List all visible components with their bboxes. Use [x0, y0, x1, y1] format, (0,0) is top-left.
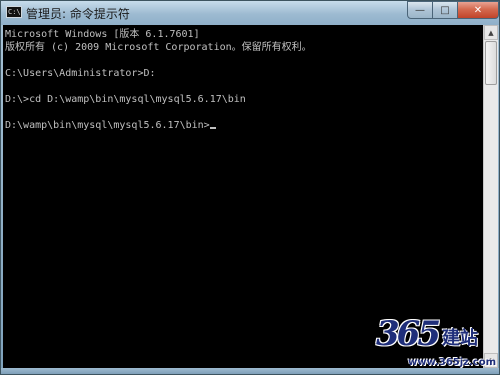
console-line: D:\>cd D:\wamp\bin\mysql\mysql5.6.17\bin [5, 94, 246, 105]
window-title: 管理员: 命令提示符 [26, 7, 130, 21]
scroll-up-arrow-icon[interactable]: ▲ [484, 25, 498, 40]
console-prompt: D:\wamp\bin\mysql\mysql5.6.17\bin> [5, 120, 210, 131]
console-line: Microsoft Windows [版本 6.1.7601] [5, 29, 200, 40]
console-prompt-line: D:\wamp\bin\mysql\mysql5.6.17\bin> [5, 119, 216, 132]
title-bar[interactable]: C:\ 管理员: 命令提示符 — □ ✕ [1, 1, 499, 25]
watermark-text: 建站 [442, 328, 478, 349]
scrollbar-thumb[interactable] [485, 41, 497, 85]
close-button[interactable]: ✕ [457, 1, 499, 19]
minimize-button[interactable]: — [407, 1, 433, 19]
watermark-url: www.365jz.com [408, 357, 497, 368]
console-line: C:\Users\Administrator>D: [5, 68, 156, 79]
site-watermark-logo: 365 建站 www.365jz.com [372, 314, 497, 372]
watermark-number: 365 [376, 314, 441, 354]
console-line: 版权所有 (c) 2009 Microsoft Corporation。保留所有… [5, 42, 312, 53]
cmd-icon[interactable]: C:\ [6, 6, 22, 18]
maximize-button[interactable]: □ [432, 1, 458, 19]
text-cursor [209, 127, 216, 129]
